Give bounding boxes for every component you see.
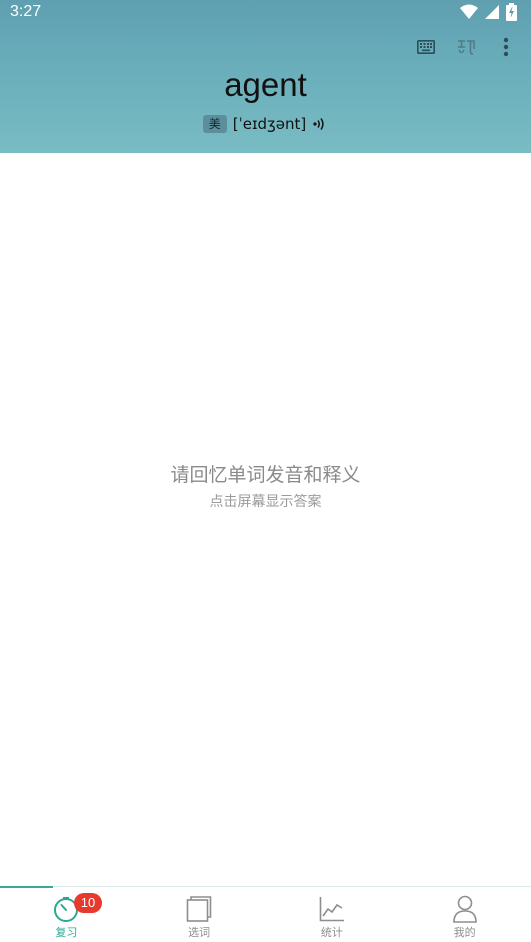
word-header: 3:27 agent 美 [ˈeɪdʒənt] — [0, 0, 531, 153]
nav-label: 统计 — [320, 926, 343, 939]
nav-item-stats[interactable]: 统计 — [266, 887, 399, 942]
phonetic-row: 美 [ˈeɪdʒənt] — [0, 115, 531, 133]
nav-item-mine[interactable]: 我的 — [398, 887, 531, 942]
phonetic-text: [ˈeɪdʒənt] — [232, 115, 307, 133]
toolbar — [415, 36, 517, 58]
book-icon — [185, 895, 213, 923]
nav-item-review[interactable]: 复习 10 — [0, 887, 133, 942]
keyboard-icon[interactable] — [415, 36, 437, 58]
bottom-nav: 复习 10 选词 统计 我的 — [0, 886, 531, 942]
review-screen: 3:27 agent 美 [ˈeɪdʒənt] 请回忆单词发音和释义 点击屏幕显… — [0, 0, 531, 942]
nav-label: 复习 — [55, 926, 78, 939]
nav-label: 选词 — [188, 926, 211, 939]
region-badge: 美 — [202, 115, 227, 133]
spell-icon[interactable] — [455, 36, 477, 58]
status-time: 3:27 — [10, 3, 42, 20]
speaker-icon[interactable] — [312, 116, 328, 132]
chart-icon — [318, 895, 346, 923]
person-icon — [451, 895, 479, 923]
word-title: agent — [224, 66, 307, 103]
wifi-icon — [460, 4, 478, 20]
signal-icon — [484, 4, 500, 20]
prompt-title: 请回忆单词发音和释义 — [170, 464, 361, 486]
battery-icon — [506, 3, 517, 21]
nav-label: 我的 — [453, 926, 476, 939]
status-icons — [460, 3, 517, 21]
recall-prompt[interactable]: 请回忆单词发音和释义 点击屏幕显示答案 — [0, 462, 531, 513]
more-vert-icon[interactable] — [495, 36, 517, 58]
prompt-subtitle: 点击屏幕显示答案 — [209, 494, 322, 510]
nav-item-select-words[interactable]: 选词 — [133, 887, 266, 942]
review-count-badge: 10 — [74, 893, 102, 913]
status-bar: 3:27 — [0, 0, 531, 26]
